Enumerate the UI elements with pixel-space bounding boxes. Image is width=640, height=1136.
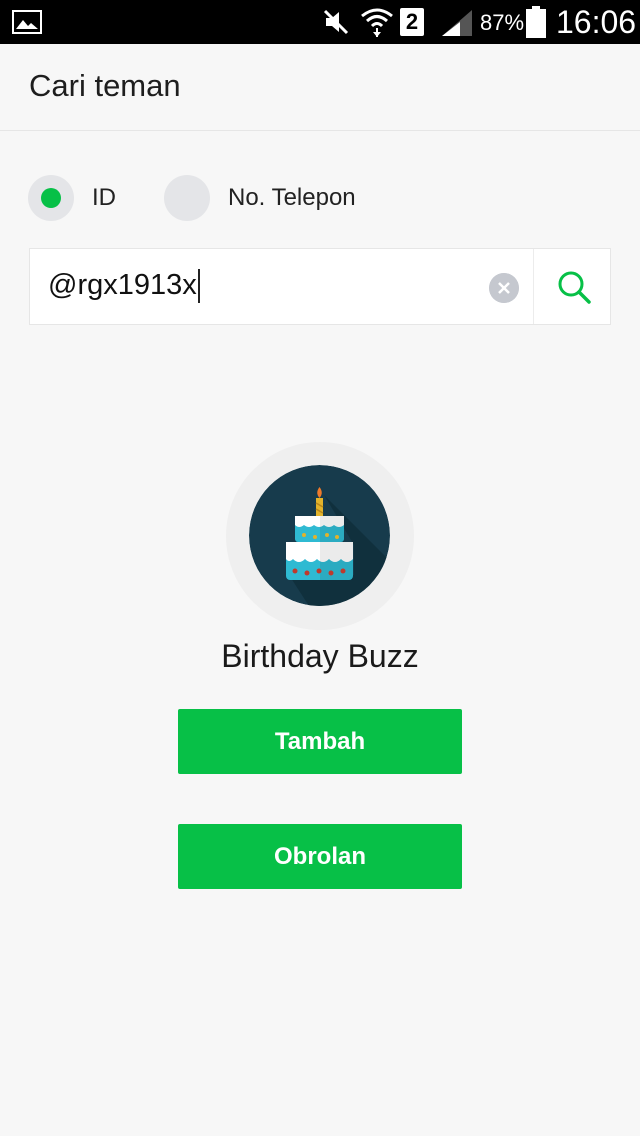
radio-id[interactable]: ID — [28, 174, 116, 222]
app-header: Cari teman — [0, 44, 640, 131]
page-title: Cari teman — [29, 68, 181, 103]
mute-icon — [323, 9, 349, 35]
clear-icon[interactable] — [489, 273, 519, 303]
signal-icon — [442, 10, 472, 36]
search-type-selector: ID No. Telepon — [0, 170, 640, 230]
search-input[interactable]: @rgx1913x — [48, 269, 200, 304]
radio-phone-unselected-icon — [164, 175, 210, 221]
search-icon[interactable] — [556, 269, 592, 305]
text-caret — [197, 269, 200, 304]
status-bar: 2 87% 16:06 — [0, 0, 640, 44]
radio-id-label: ID — [92, 184, 116, 211]
sim-slot-icon: 2 — [400, 8, 424, 36]
radio-id-selected-icon — [28, 175, 74, 221]
search-divider — [533, 249, 534, 324]
search-box: @rgx1913x — [29, 248, 611, 325]
gallery-icon — [12, 10, 42, 34]
chat-button[interactable]: Obrolan — [178, 824, 462, 889]
profile-name: Birthday Buzz — [221, 638, 419, 674]
battery-percent: 87% — [480, 10, 525, 35]
battery-icon — [526, 6, 546, 38]
search-input-value: @rgx1913x — [48, 269, 197, 301]
radio-phone-number[interactable]: No. Telepon — [164, 174, 356, 222]
radio-phone-label: No. Telepon — [228, 184, 356, 211]
birthday-cake-icon — [249, 465, 390, 606]
wifi-icon — [361, 8, 393, 37]
add-friend-button[interactable]: Tambah — [178, 709, 462, 774]
clock: 16:06 — [556, 4, 637, 40]
